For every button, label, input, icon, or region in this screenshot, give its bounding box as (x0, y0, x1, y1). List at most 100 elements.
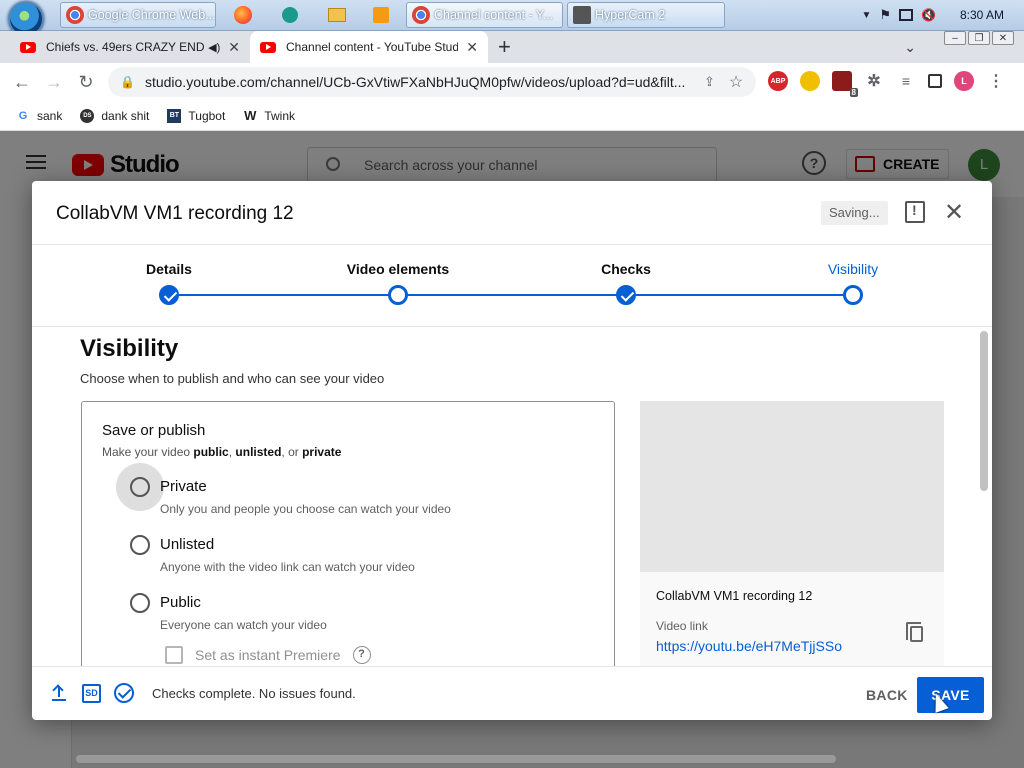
checks-status-text: Checks complete. No issues found. (152, 686, 356, 701)
flag-icon[interactable]: ⚑ (879, 7, 891, 23)
radio-unlisted[interactable] (130, 535, 150, 555)
minimize-button[interactable]: – (944, 31, 966, 45)
tab-search-chevron-icon[interactable]: ⌄ (904, 39, 916, 56)
extension-badge: 8 (849, 88, 858, 97)
back-button[interactable]: BACK (854, 677, 920, 713)
back-arrow-icon[interactable]: ← (6, 72, 38, 93)
dialog-content: Visibility Choose when to publish and wh… (32, 327, 992, 666)
step-video-elements[interactable]: Video elements (318, 245, 478, 305)
tab-close-icon[interactable]: ✕ (466, 39, 478, 56)
bookmark-favicon-icon: DS (80, 108, 95, 123)
share-icon[interactable]: ⇪ (704, 74, 715, 90)
lock-icon[interactable]: 🔒 (120, 75, 135, 89)
close-icon[interactable]: ✕ (944, 198, 964, 228)
media-queue-icon[interactable]: ≡ (896, 71, 916, 91)
dialog-header: CollabVM VM1 recording 12 Saving... ✕ (32, 181, 992, 245)
puzzle-icon[interactable]: ✲ (864, 71, 884, 91)
video-link[interactable]: https://youtu.be/eH7MeTjjSSo (656, 638, 842, 654)
video-link-label: Video link (656, 619, 708, 633)
tab-channel-content[interactable]: Channel content - YouTube Studi ✕ (250, 31, 488, 63)
step-details[interactable]: Details (89, 245, 249, 305)
horizontal-scrollbar[interactable] (76, 755, 836, 763)
bookmark-dank-shit[interactable]: DS dank shit (80, 108, 150, 123)
step-label: Checks (601, 261, 651, 277)
checks-complete-icon[interactable] (114, 683, 134, 703)
instant-premiere-row[interactable]: Set as instant Premiere ? (165, 646, 371, 664)
file-explorer-icon[interactable] (324, 4, 350, 26)
address-bar[interactable]: 🔒 studio.youtube.com/channel/UCb-GxVtiwF… (108, 67, 756, 97)
radio-public[interactable] (130, 593, 150, 613)
step-check-icon (159, 285, 179, 305)
tab-chiefs-video[interactable]: Chiefs vs. 49ers CRAZY ENDIN ◀) ✕ (10, 31, 250, 63)
step-visibility[interactable]: Visibility (773, 245, 933, 305)
step-checks[interactable]: Checks (546, 245, 706, 305)
bookmark-favicon-icon: BT (167, 108, 182, 123)
bookmark-label: Tugbot (188, 108, 226, 123)
upload-status-icon[interactable] (52, 685, 66, 701)
app-icon-teal[interactable] (277, 4, 303, 26)
taskbar-label: Channel content - Y... (434, 8, 554, 22)
reload-icon[interactable]: ↻ (70, 72, 102, 93)
box-sub-private: private (302, 445, 342, 459)
upload-stepper: Details Video elements Checks Visibility (32, 245, 992, 327)
sd-quality-icon[interactable]: SD (82, 684, 101, 703)
adblock-plus-icon[interactable]: ABP (768, 71, 788, 91)
taskbar-label: Google Chrome Web... (88, 8, 216, 22)
menu-dots-icon[interactable]: ⋮ (986, 71, 1006, 91)
ublock-icon[interactable]: 8 (832, 71, 858, 97)
taskbar-hypercam[interactable]: HyperCam 2 (567, 2, 725, 28)
option-desc: Only you and people you choose can watch… (160, 502, 451, 516)
bookmark-label: dank shit (101, 108, 150, 123)
bookmark-favicon-icon: W (244, 108, 257, 123)
bookmark-twink[interactable]: W Twink (243, 108, 295, 123)
dialog-title: CollabVM VM1 recording 12 (56, 203, 294, 224)
media-player-icon[interactable] (368, 4, 394, 26)
step-check-icon (616, 285, 636, 305)
bookmark-sank[interactable]: G sank (16, 108, 63, 123)
speaker-icon[interactable]: ◀) (208, 41, 220, 54)
bookmark-tugbot[interactable]: BT Tugbot (167, 108, 226, 123)
visibility-heading: Visibility (80, 335, 179, 362)
step-label: Details (146, 261, 192, 277)
profile-avatar[interactable]: L (954, 71, 974, 91)
box-title: Save or publish (102, 422, 206, 439)
premiere-checkbox[interactable] (165, 646, 183, 664)
close-window-button[interactable]: ✕ (992, 31, 1014, 45)
google-icon: G (18, 109, 28, 122)
step-label: Video elements (346, 261, 450, 277)
youtube-favicon-icon (260, 41, 276, 53)
save-or-publish-box: Save or publish Make your video public, … (81, 401, 615, 666)
step-label: Visibility (827, 261, 879, 277)
maximize-button[interactable]: ❐ (968, 31, 990, 45)
vertical-scrollbar[interactable] (980, 331, 988, 491)
box-sub-text: , or (281, 445, 303, 459)
copy-icon[interactable] (906, 622, 923, 642)
help-question-icon[interactable]: ? (352, 646, 371, 664)
hypercam-icon (573, 6, 591, 24)
windows-taskbar: Google Chrome Web... Channel content - Y… (0, 0, 1024, 37)
volume-muted-icon[interactable]: 🔇 (921, 8, 936, 22)
extension-icon[interactable] (800, 71, 820, 91)
option-desc: Anyone with the video link can watch you… (160, 560, 415, 574)
feedback-icon[interactable] (905, 201, 925, 223)
box-sub-public: public (193, 445, 229, 459)
side-panel-icon[interactable] (928, 74, 942, 88)
new-tab-button[interactable]: + (498, 34, 511, 60)
forward-arrow-icon[interactable]: → (38, 72, 70, 93)
bookmark-label: sank (37, 108, 63, 123)
tray-expand-icon[interactable]: ▼ (861, 10, 871, 21)
firefox-icon[interactable] (230, 4, 256, 26)
box-sub-unlisted: unlisted (235, 445, 282, 459)
video-thumbnail[interactable] (640, 401, 944, 572)
radio-private[interactable] (130, 477, 150, 497)
tab-close-icon[interactable]: ✕ (228, 39, 240, 56)
youtube-favicon-icon (20, 41, 36, 53)
bookmarks-bar: G sank DS dank shit BT Tugbot W Twink (0, 101, 1024, 131)
bookmark-star-icon[interactable]: ☆ (729, 72, 743, 92)
network-icon[interactable] (899, 9, 914, 21)
clock[interactable]: 8:30 AM (960, 8, 1004, 22)
save-button[interactable]: SAVE (917, 677, 984, 713)
taskbar-chrome-webstore[interactable]: Google Chrome Web... (60, 2, 216, 28)
taskbar-channel-content[interactable]: Channel content - Y... (406, 2, 563, 28)
chrome-icon (66, 6, 84, 24)
